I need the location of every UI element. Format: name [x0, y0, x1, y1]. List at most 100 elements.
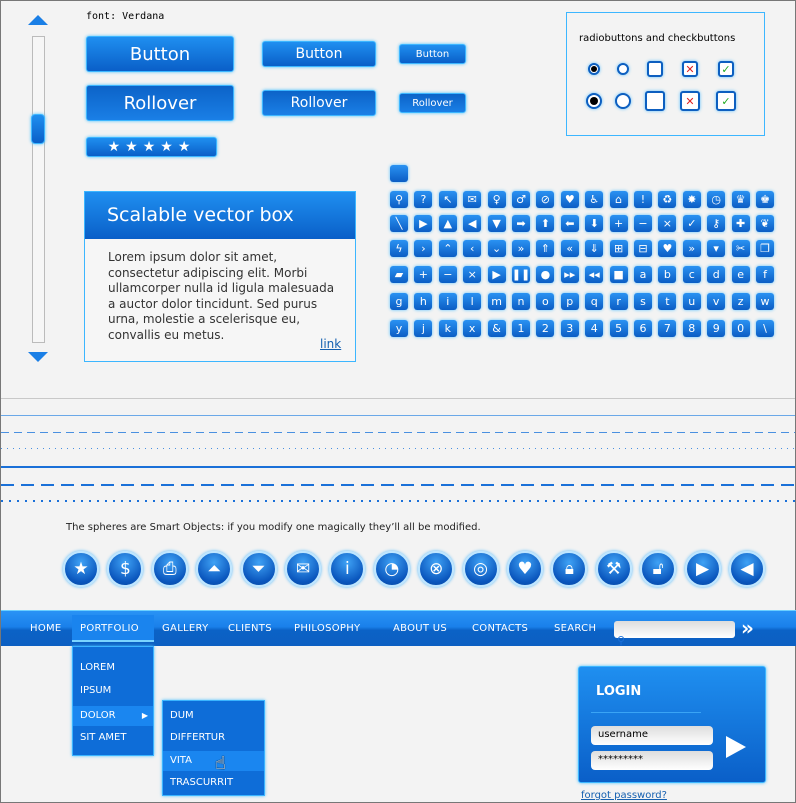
fast-forward-icon[interactable]: ▸▸ — [560, 266, 579, 283]
key-icon[interactable]: ⚷ — [707, 215, 726, 232]
letter-y-icon[interactable]: y — [390, 320, 408, 337]
radio-small-unchecked[interactable] — [617, 63, 629, 75]
plus-icon[interactable]: + — [609, 215, 628, 232]
cursor-icon[interactable]: ↖ — [438, 191, 457, 208]
star-icon[interactable]: ★ — [160, 139, 178, 155]
puzzle-icon[interactable]: ✚ — [731, 215, 750, 232]
pencil-icon[interactable]: ╲ — [390, 215, 408, 232]
search-icon[interactable]: ⚲ — [390, 191, 408, 208]
double-chevron-down-icon[interactable]: ⇓ — [585, 240, 604, 257]
star-icon[interactable]: ★ — [125, 139, 143, 155]
nav-gallery[interactable]: GALLERY — [162, 623, 209, 634]
double-chevron-right-icon[interactable]: » — [512, 240, 530, 257]
letter-v-icon[interactable]: v — [707, 293, 726, 310]
folder-plus-icon[interactable]: ⊞ — [609, 240, 628, 257]
letter-l-icon[interactable]: l — [463, 293, 482, 310]
nav-search-input[interactable]: ⚲ — [614, 621, 735, 647]
play-icon[interactable]: ▶ — [414, 215, 433, 232]
submenu-item-dum[interactable]: DUM — [163, 706, 264, 726]
copy-icon[interactable]: ❐ — [756, 240, 774, 257]
speech-bubble-plus-icon[interactable]: + — [414, 266, 433, 283]
password-field[interactable]: ********* — [591, 751, 713, 770]
backslash-icon[interactable]: \ — [756, 320, 774, 337]
ampersand-icon[interactable]: & — [487, 320, 506, 337]
nav-home[interactable]: HOME — [30, 623, 62, 634]
check-icon[interactable]: ✓ — [682, 215, 701, 232]
rollover-button-medium[interactable]: Rollover — [262, 90, 376, 116]
letter-e-icon[interactable]: e — [731, 266, 750, 283]
home-icon[interactable]: ⌂ — [609, 191, 628, 208]
letter-m-icon[interactable]: m — [487, 293, 506, 310]
speech-bubble-icon[interactable]: ▰ — [390, 266, 408, 283]
submenu-item-differtur[interactable]: DIFFERTUR — [163, 728, 264, 748]
minus-icon[interactable]: − — [634, 215, 652, 232]
star-icon[interactable]: ★ — [108, 139, 126, 155]
arrow-right-icon[interactable]: ➡ — [512, 215, 530, 232]
unlock-sphere-icon[interactable]: 🔓︎ — [640, 551, 677, 587]
nav-portfolio[interactable]: PORTFOLIO — [80, 623, 139, 634]
chevron-right-icon[interactable]: › — [414, 240, 433, 257]
star-sphere-icon[interactable]: ★ — [63, 551, 99, 587]
leaf-icon[interactable]: ❦ — [756, 215, 774, 232]
digit-0-icon[interactable]: 0 — [731, 320, 750, 337]
chevron-up-icon[interactable]: ⌃ — [438, 240, 457, 257]
checkbox-small-empty[interactable] — [647, 61, 663, 77]
chevron-down-icon[interactable]: ⌄ — [487, 240, 506, 257]
eject-down-sphere-icon[interactable]: ⏷ — [240, 551, 277, 587]
digit-6-icon[interactable]: 6 — [634, 320, 652, 337]
digit-3-icon[interactable]: 3 — [560, 320, 579, 337]
chevron-left-icon[interactable]: ‹ — [463, 240, 482, 257]
scissors-icon[interactable]: ✂ — [731, 240, 750, 257]
letter-b-icon[interactable]: b — [658, 266, 677, 283]
female-icon[interactable]: ♀ — [487, 191, 506, 208]
eject-up-sphere-icon[interactable]: ⏶ — [196, 551, 233, 587]
digit-2-icon[interactable]: 2 — [536, 320, 555, 337]
folder-down-icon[interactable]: ▾ — [707, 240, 726, 257]
triangle-down-icon[interactable]: ▼ — [487, 215, 506, 232]
letter-c-icon[interactable]: c — [682, 266, 701, 283]
letter-g-icon[interactable]: g — [390, 293, 408, 310]
button-small[interactable]: Button — [399, 44, 466, 64]
rollover-button-small[interactable]: Rollover — [399, 93, 466, 113]
back-sphere-icon[interactable]: ◀ — [729, 551, 765, 587]
letter-w-icon[interactable]: w — [756, 293, 774, 310]
clock-icon[interactable]: ◷ — [707, 191, 726, 208]
exclamation-icon[interactable]: ! — [634, 191, 652, 208]
star-burst-icon[interactable]: ✸ — [682, 191, 701, 208]
pause-icon[interactable]: ❚❚ — [512, 266, 530, 283]
letter-k-icon[interactable]: k — [438, 320, 457, 337]
nav-contacts[interactable]: CONTACTS — [472, 623, 528, 634]
wrench-sphere-icon[interactable]: ⚒ — [595, 551, 632, 587]
letter-z-icon[interactable]: z — [731, 293, 750, 310]
king-icon[interactable]: ♚ — [756, 191, 774, 208]
double-chevron-left-icon[interactable]: « — [560, 240, 579, 257]
letter-o-icon[interactable]: o — [536, 293, 555, 310]
scrollbar-thumb[interactable] — [31, 114, 45, 145]
triangle-left-icon[interactable]: ◀ — [463, 215, 482, 232]
letter-i-icon[interactable]: i — [438, 293, 457, 310]
letter-t-icon[interactable]: t — [658, 293, 677, 310]
button-medium[interactable]: Button — [262, 41, 376, 67]
stop-icon[interactable]: ■ — [609, 266, 628, 283]
digit-4-icon[interactable]: 4 — [585, 320, 604, 337]
letter-s-icon[interactable]: s — [634, 293, 652, 310]
heart-sphere-icon[interactable]: ♥ — [507, 551, 543, 587]
male-icon[interactable]: ♂ — [512, 191, 530, 208]
rollover-button-large[interactable]: Rollover — [86, 85, 234, 121]
submenu-item-trascurrit[interactable]: TRASCURRIT — [163, 773, 264, 793]
nav-about-us[interactable]: ABOUT US — [393, 623, 447, 634]
letter-x-icon[interactable]: x — [463, 320, 482, 337]
rewind-icon[interactable]: ◂◂ — [585, 266, 604, 283]
digit-7-icon[interactable]: 7 — [658, 320, 677, 337]
radio-small-checked[interactable] — [588, 63, 600, 75]
star-icon[interactable]: ★ — [178, 139, 196, 155]
nav-clients[interactable]: CLIENTS — [228, 623, 272, 634]
scroll-down-arrow[interactable] — [28, 352, 48, 362]
lock-sphere-icon[interactable]: 🔒︎ — [551, 551, 588, 587]
letter-n-icon[interactable]: n — [512, 293, 530, 310]
letter-d-icon[interactable]: d — [707, 266, 726, 283]
mail-sphere-icon[interactable]: ✉ — [285, 551, 321, 587]
arrow-down-icon[interactable]: ⬇ — [585, 215, 604, 232]
mail-icon[interactable]: ✉ — [463, 191, 482, 208]
lightning-icon[interactable]: ϟ — [390, 240, 408, 257]
